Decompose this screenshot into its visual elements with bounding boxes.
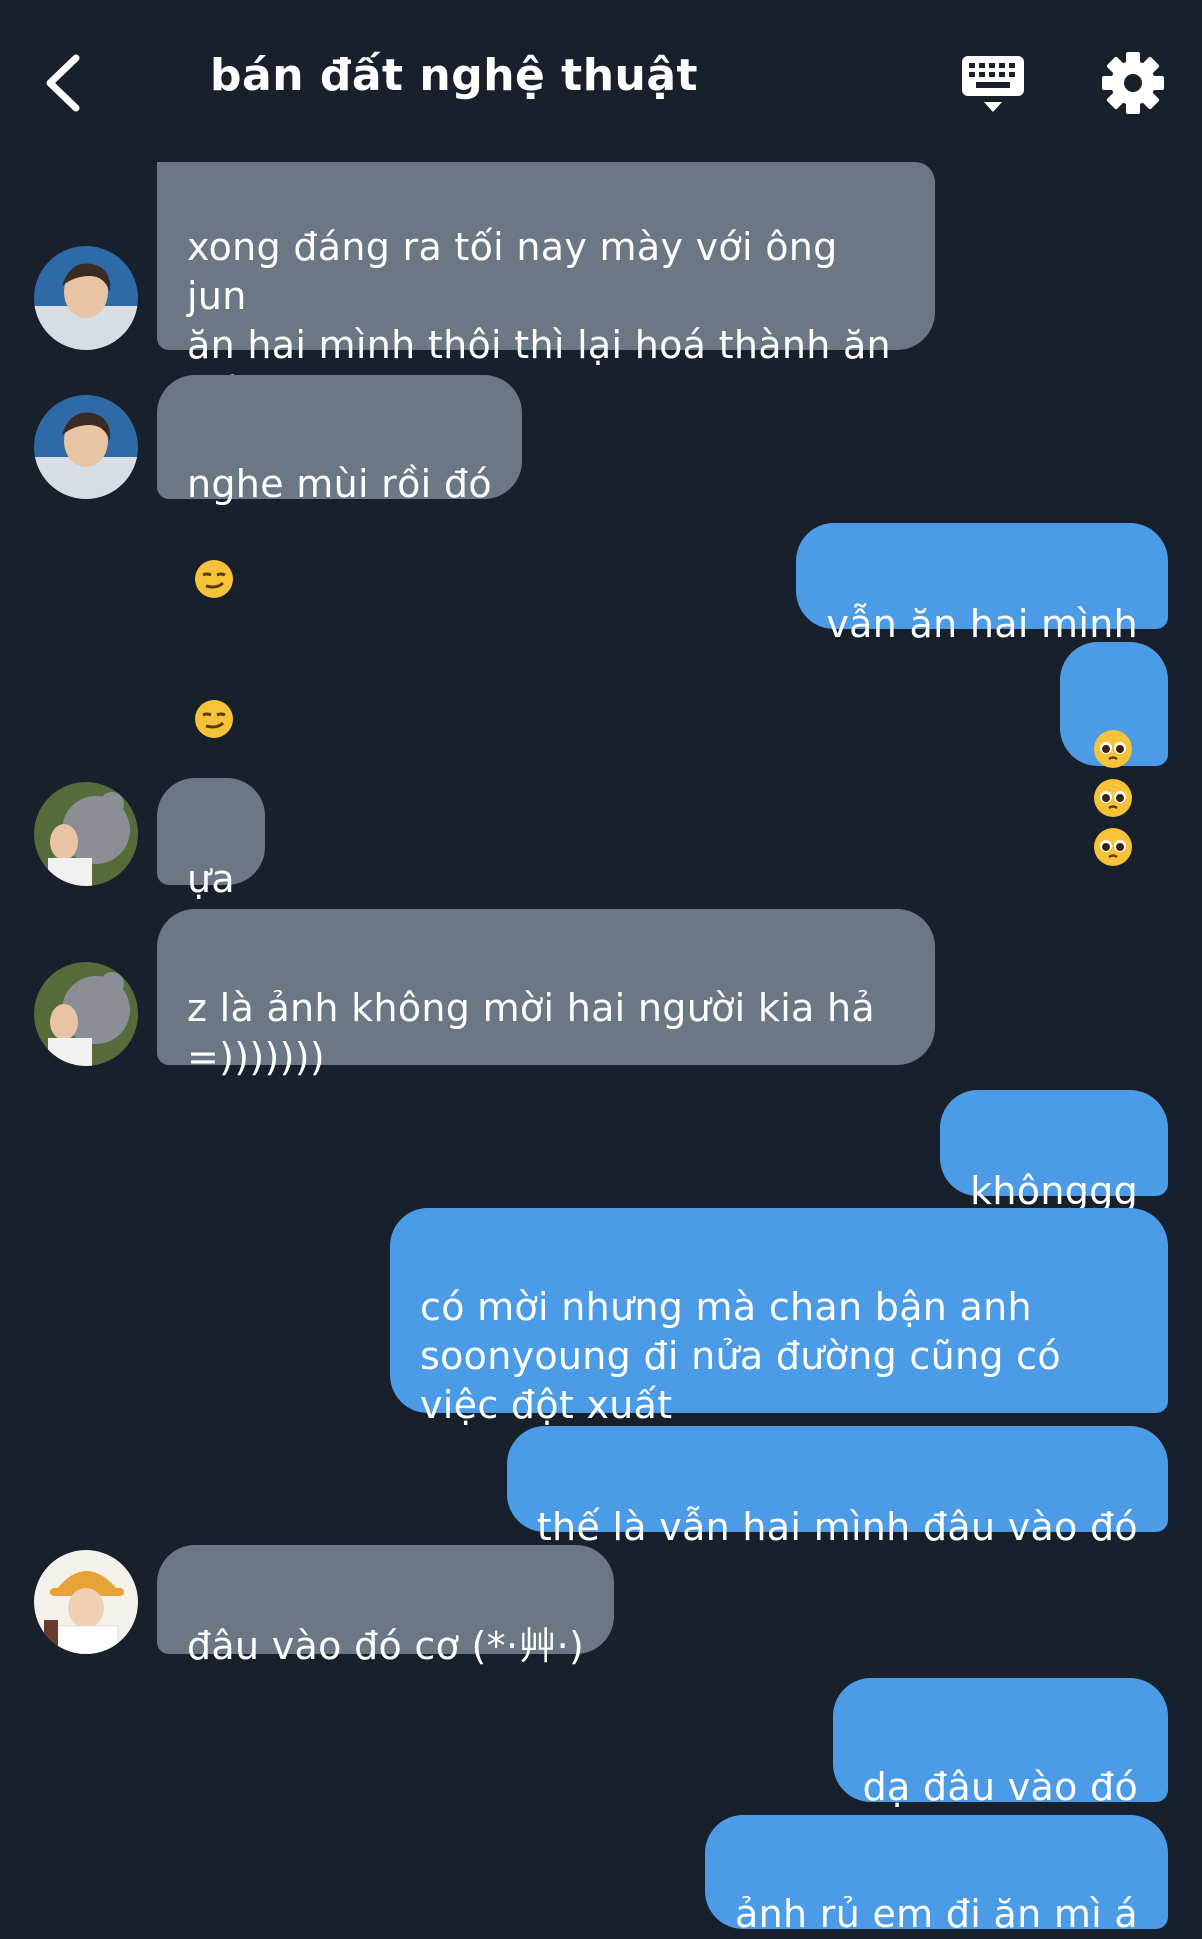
message-bubble-incoming[interactable]: đâu vào đó cơ (*·艸·) <box>157 1545 615 1668</box>
pleading-emoji <box>1092 728 1134 770</box>
avatar[interactable] <box>34 246 138 350</box>
settings-button[interactable] <box>1100 50 1166 116</box>
chat-title: bán đất nghệ thuật <box>210 50 699 101</box>
smirk-emoji <box>193 649 235 789</box>
message-bubble-incoming[interactable]: xong đáng ra tối nay mày với ông jun ăn … <box>157 162 935 416</box>
chat-header: bán đất nghệ thuật <box>0 0 1202 162</box>
message-bubble-outgoing[interactable]: ảnh rủ em đi ăn mì á <box>705 1815 1168 1936</box>
message-text: khônggg <box>970 1169 1138 1213</box>
message-text: z là ảnh không mời hai người kia hả =)))… <box>187 986 875 1079</box>
message-text: dạ đâu vào đó <box>862 1765 1138 1809</box>
message-text: vẫn ăn hai mình <box>826 602 1138 646</box>
avatar[interactable] <box>34 1550 138 1654</box>
smirk-emoji <box>193 509 235 649</box>
avatar[interactable] <box>34 962 138 1066</box>
chevron-left-icon <box>46 54 80 112</box>
message-text: đâu vào đó cơ (*·艸·) <box>187 1624 585 1668</box>
pleading-emoji <box>1092 777 1134 819</box>
message-bubble-incoming[interactable]: ựa <box>157 778 265 901</box>
message-text: thế là vẫn hai mình đâu vào đó <box>536 1505 1138 1549</box>
message-bubble-outgoing[interactable]: khônggg <box>940 1090 1168 1213</box>
keyboard-toggle-button[interactable] <box>960 52 1026 114</box>
message-text: nghe mùi rồi đó <box>187 462 492 506</box>
message-text: ựa <box>187 857 235 901</box>
message-text: ảnh rủ em đi ăn mì á <box>735 1892 1138 1936</box>
message-text: có mời nhưng mà chan bận anh soonyoung đ… <box>420 1285 1061 1427</box>
message-bubble-outgoing[interactable]: có mời nhưng mà chan bận anh soonyoung đ… <box>390 1208 1168 1427</box>
keyboard-icon <box>962 56 1024 112</box>
message-bubble-incoming[interactable]: z là ảnh không mời hai người kia hả =)))… <box>157 909 935 1079</box>
message-bubble-outgoing[interactable]: vẫn ăn hai mình <box>796 523 1168 646</box>
message-bubble-incoming[interactable]: nghe mùi rồi đó <box>157 375 522 738</box>
message-bubble-outgoing[interactable]: dạ đâu vào đó <box>832 1678 1168 1853</box>
gear-icon <box>1102 52 1164 114</box>
pleading-emoji <box>1092 826 1134 868</box>
back-button[interactable] <box>40 50 90 116</box>
avatar[interactable] <box>34 782 138 886</box>
avatar[interactable] <box>34 395 138 499</box>
message-bubble-outgoing[interactable] <box>1060 642 1168 866</box>
message-bubble-outgoing[interactable]: thế là vẫn hai mình đâu vào đó <box>506 1426 1168 1549</box>
